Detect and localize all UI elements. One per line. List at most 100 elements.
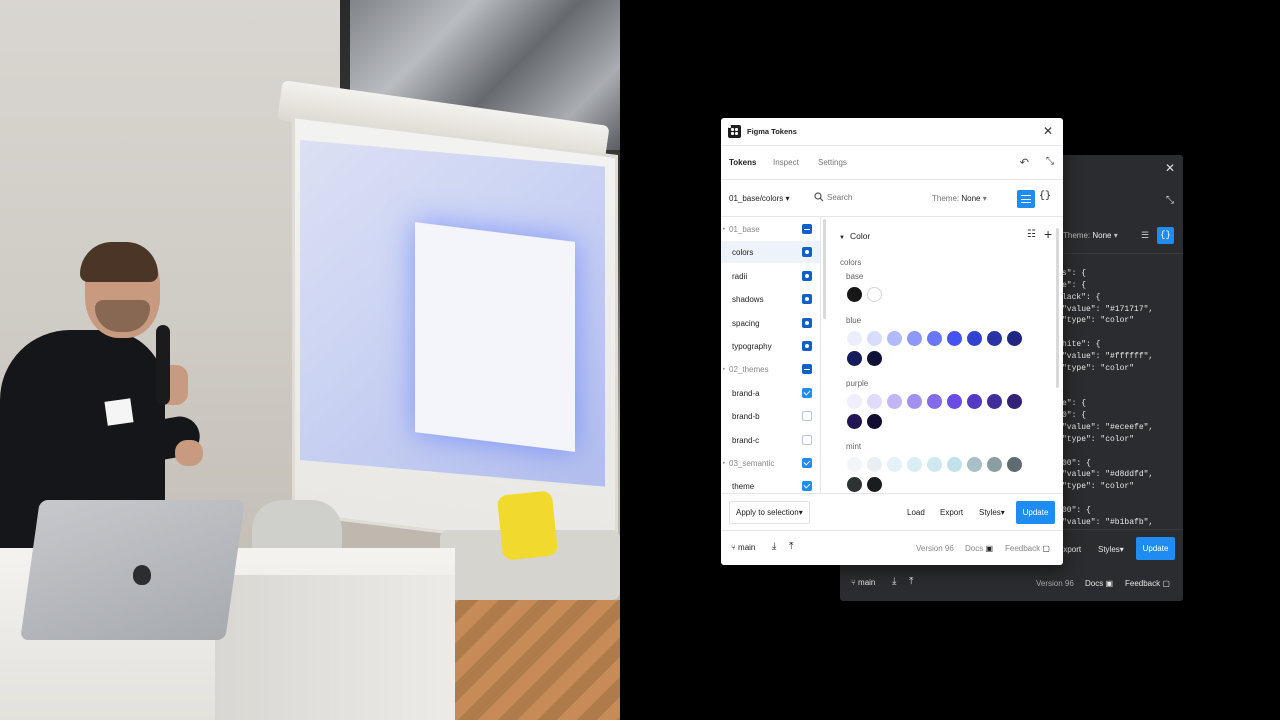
pull-icon[interactable]: ⤓ bbox=[772, 541, 776, 552]
load-button[interactable]: Load bbox=[907, 508, 925, 517]
token-set-item[interactable]: ▸ 02_themes bbox=[721, 358, 820, 380]
color-token-swatch[interactable] bbox=[847, 477, 862, 492]
pull-icon[interactable]: ⤓ bbox=[892, 576, 896, 587]
token-set-item[interactable]: brand-b bbox=[721, 405, 820, 427]
tokens-scrollbar[interactable] bbox=[1056, 228, 1059, 388]
color-token-swatch[interactable] bbox=[867, 351, 882, 366]
color-token-swatch[interactable] bbox=[967, 457, 982, 472]
token-group-header[interactable]: ▼ Color bbox=[839, 231, 870, 241]
token-set-checkbox[interactable] bbox=[802, 224, 812, 234]
json-editor[interactable]: s": {e": {lack": {"value": "#171717", "ty… bbox=[1062, 268, 1182, 529]
update-button[interactable]: Update bbox=[1136, 537, 1175, 560]
token-set-checkbox[interactable] bbox=[802, 341, 812, 351]
token-set-checkbox[interactable] bbox=[802, 411, 812, 422]
color-token-swatch[interactable] bbox=[1007, 394, 1022, 409]
branch-selector[interactable]: ⑂ main bbox=[851, 578, 875, 587]
color-token-swatch[interactable] bbox=[1007, 457, 1022, 472]
collapse-icon[interactable]: ⤡ bbox=[1046, 156, 1054, 167]
color-token-swatch[interactable] bbox=[1007, 331, 1022, 346]
color-token-swatch[interactable] bbox=[947, 457, 962, 472]
tab-tokens[interactable]: Tokens bbox=[729, 158, 756, 167]
token-set-checkbox[interactable] bbox=[802, 458, 812, 468]
token-set-item[interactable]: radii bbox=[721, 265, 820, 287]
token-set-checkbox[interactable] bbox=[802, 481, 812, 492]
docs-link[interactable]: Docs ▣ bbox=[1085, 579, 1113, 588]
tab-inspect[interactable]: Inspect bbox=[773, 158, 799, 167]
token-set-item[interactable]: ▸ 03_semantic bbox=[721, 452, 820, 474]
color-token-swatch[interactable] bbox=[947, 394, 962, 409]
color-token-swatch[interactable] bbox=[927, 394, 942, 409]
close-icon[interactable]: ✕ bbox=[1041, 124, 1055, 138]
collapse-icon[interactable]: ⤡ bbox=[1166, 195, 1174, 206]
color-token-swatch[interactable] bbox=[887, 457, 902, 472]
json-view-icon[interactable]: {} bbox=[1039, 191, 1051, 202]
feedback-link[interactable]: Feedback ▢ bbox=[1125, 579, 1170, 588]
color-token-swatch[interactable] bbox=[947, 331, 962, 346]
update-button[interactable]: Update bbox=[1016, 501, 1055, 524]
color-token-swatch[interactable] bbox=[967, 331, 982, 346]
token-set-item[interactable]: theme bbox=[721, 475, 820, 493]
apply-to-selection-dropdown[interactable]: Apply to selection▾ bbox=[729, 501, 810, 524]
json-view-button[interactable]: {} bbox=[1157, 227, 1174, 244]
token-set-item[interactable]: typography bbox=[721, 335, 820, 357]
color-token-swatch[interactable] bbox=[887, 331, 902, 346]
export-button[interactable]: Export bbox=[940, 508, 963, 517]
token-set-checkbox[interactable] bbox=[802, 364, 812, 375]
tab-settings[interactable]: Settings bbox=[818, 158, 847, 167]
token-set-item[interactable]: brand-c bbox=[721, 429, 820, 451]
color-token-swatch[interactable] bbox=[867, 287, 882, 302]
push-icon[interactable]: ⤒ bbox=[909, 576, 913, 587]
close-icon[interactable]: ✕ bbox=[1165, 161, 1175, 175]
styles-dropdown[interactable]: Styles▾ bbox=[1098, 545, 1124, 554]
token-set-checkbox[interactable] bbox=[802, 317, 812, 328]
push-icon[interactable]: ⤒ bbox=[789, 541, 793, 552]
sidebar-scrollbar[interactable] bbox=[823, 219, 826, 319]
token-set-checkbox[interactable] bbox=[802, 294, 812, 305]
color-token-swatch[interactable] bbox=[847, 414, 862, 429]
list-view-button[interactable] bbox=[1017, 190, 1035, 208]
token-set-checkbox[interactable] bbox=[802, 434, 812, 445]
token-set-selector[interactable]: 01_base/colors ▾ bbox=[729, 194, 790, 203]
feedback-link[interactable]: Feedback ▢ bbox=[1005, 544, 1050, 553]
color-token-swatch[interactable] bbox=[867, 414, 882, 429]
token-set-item[interactable]: brand-a bbox=[721, 382, 820, 404]
color-token-swatch[interactable] bbox=[987, 394, 1002, 409]
list-icon[interactable]: ☷ bbox=[1027, 229, 1036, 240]
color-token-swatch[interactable] bbox=[987, 331, 1002, 346]
color-token-swatch[interactable] bbox=[847, 457, 862, 472]
color-token-swatch[interactable] bbox=[927, 457, 942, 472]
token-set-item[interactable]: shadows bbox=[721, 288, 820, 310]
color-token-swatch[interactable] bbox=[887, 394, 902, 409]
theme-select[interactable]: Theme: None ▾ bbox=[1063, 231, 1118, 240]
branch-selector[interactable]: ⑂ main bbox=[731, 543, 755, 552]
color-token-swatch[interactable] bbox=[907, 394, 922, 409]
color-token-swatch[interactable] bbox=[907, 331, 922, 346]
theme-select[interactable]: Theme: None ▾ bbox=[932, 194, 987, 203]
color-token-swatch[interactable] bbox=[867, 331, 882, 346]
undo-icon[interactable]: ↶ bbox=[1020, 156, 1029, 169]
color-token-swatch[interactable] bbox=[847, 331, 862, 346]
color-token-swatch[interactable] bbox=[987, 457, 1002, 472]
color-token-swatch[interactable] bbox=[847, 351, 862, 366]
docs-link[interactable]: Docs ▣ bbox=[965, 544, 993, 553]
add-token-icon[interactable]: + bbox=[1044, 226, 1052, 242]
code-line: "type": "color" bbox=[1062, 363, 1135, 373]
color-token-swatch[interactable] bbox=[867, 457, 882, 472]
token-set-checkbox[interactable] bbox=[802, 247, 812, 258]
token-set-checkbox[interactable] bbox=[802, 387, 812, 398]
color-token-swatch[interactable] bbox=[867, 394, 882, 409]
token-set-item[interactable]: ▸ 01_base bbox=[721, 218, 820, 240]
token-set-item[interactable]: colors bbox=[721, 241, 820, 264]
token-set-checkbox[interactable] bbox=[802, 270, 812, 281]
search-input[interactable] bbox=[827, 193, 907, 202]
token-set-item[interactable]: spacing bbox=[721, 312, 820, 334]
color-token-swatch[interactable] bbox=[847, 394, 862, 409]
styles-dropdown[interactable]: Styles▾ bbox=[979, 508, 1005, 517]
list-view-icon[interactable]: ☰ bbox=[1141, 230, 1149, 241]
color-token-swatch[interactable] bbox=[967, 394, 982, 409]
color-token-swatch[interactable] bbox=[867, 477, 882, 492]
color-token-swatch[interactable] bbox=[907, 457, 922, 472]
color-token-swatch[interactable] bbox=[847, 287, 862, 302]
color-token-swatch[interactable] bbox=[927, 331, 942, 346]
